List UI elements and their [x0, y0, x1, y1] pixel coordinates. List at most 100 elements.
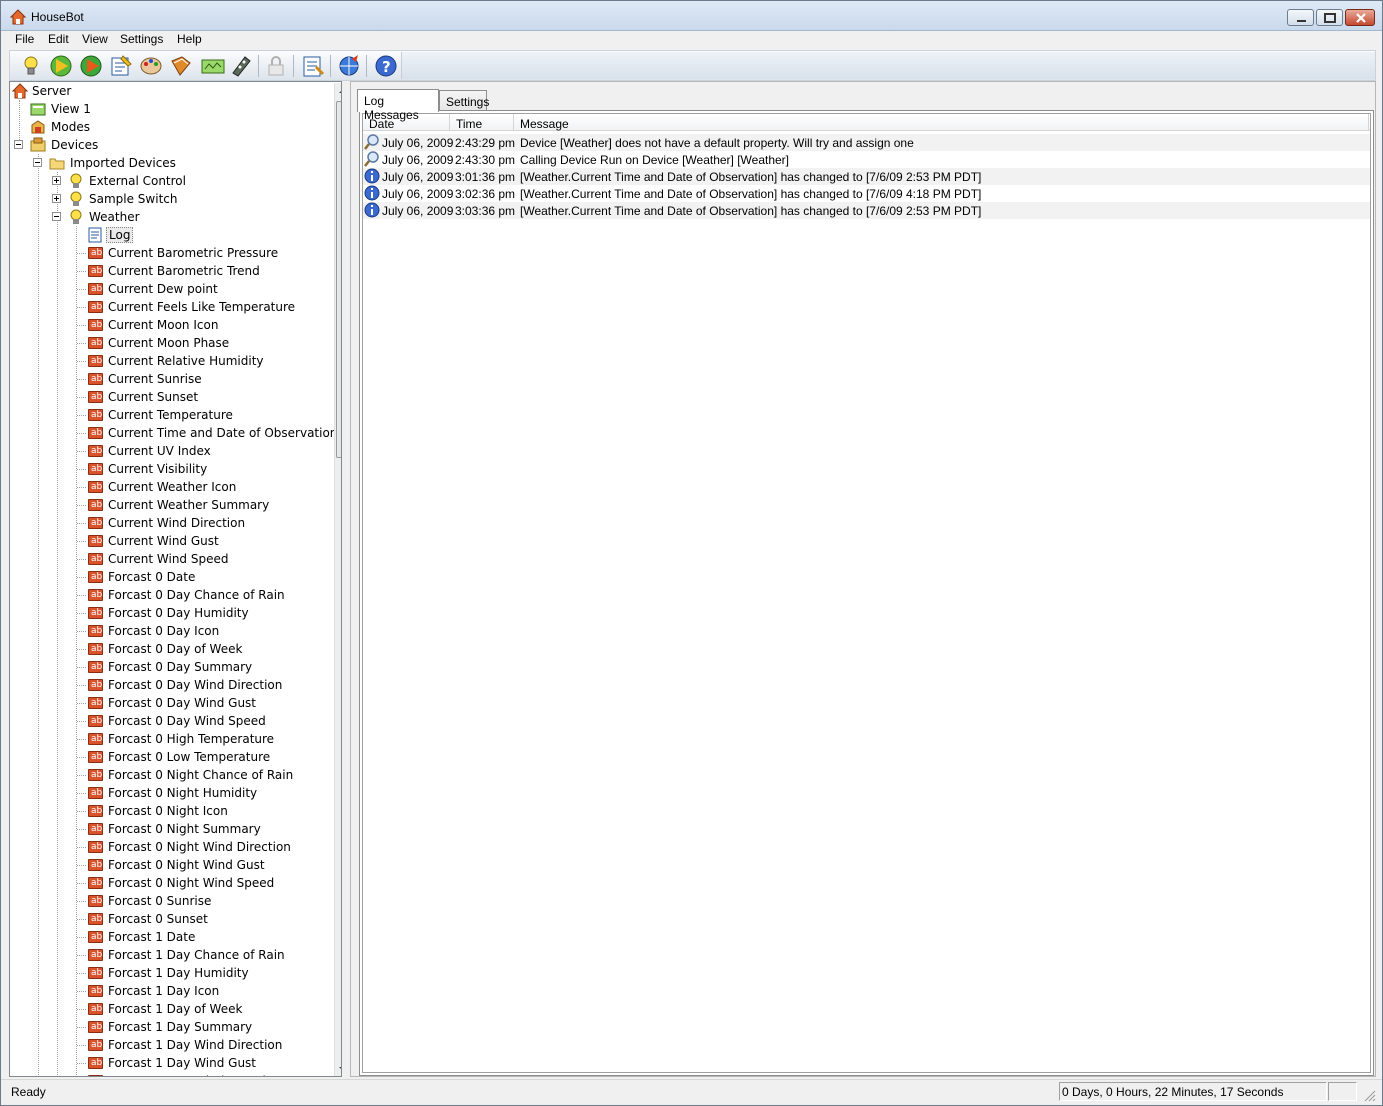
- tree-item-devices[interactable]: Devices: [10, 136, 330, 154]
- lock-button[interactable]: [263, 53, 289, 79]
- minimize-button[interactable]: [1287, 9, 1314, 26]
- tree-item-property[interactable]: ab Current Feels Like Temperature: [10, 298, 330, 316]
- tree-item-property[interactable]: ab Forcast 0 High Temperature: [10, 730, 330, 748]
- log-row[interactable]: July 06, 2009 2:43:29 pm Device [Weather] …: [363, 134, 1370, 151]
- tree-item-weather[interactable]: Weather: [10, 208, 330, 226]
- tree-item-imported-devices[interactable]: Imported Devices: [10, 154, 330, 172]
- tree-item-property[interactable]: ab Forcast 1 Day Wind Gust: [10, 1054, 330, 1072]
- tree-item-property[interactable]: ab Forcast 0 Night Chance of Rain: [10, 766, 330, 784]
- menu-help[interactable]: Help: [176, 32, 203, 46]
- tab-settings[interactable]: Settings: [439, 90, 489, 111]
- panel-button[interactable]: [200, 53, 226, 79]
- tree-item-label: Forcast 0 Day Humidity: [108, 606, 249, 620]
- log-row[interactable]: July 06, 2009 3:01:36 pm [Weather.Current …: [363, 168, 1370, 185]
- tab-log-messages[interactable]: Log Messages: [357, 89, 439, 122]
- tree-item-property[interactable]: ab Current Weather Summary: [10, 496, 330, 514]
- tree-item-property[interactable]: ab Forcast 0 Day of Week: [10, 640, 330, 658]
- tree-item-property[interactable]: ab Forcast 1 Date: [10, 928, 330, 946]
- tree-item-property[interactable]: ab Forcast 0 Day Summary: [10, 658, 330, 676]
- menu-settings[interactable]: Settings: [119, 32, 164, 46]
- tree-item-property[interactable]: ab Forcast 1 Day of Week: [10, 1000, 330, 1018]
- tree-item-property[interactable]: ab Forcast 0 Day Wind Gust: [10, 694, 330, 712]
- schedule-button[interactable]: [48, 53, 74, 79]
- tree-item-external-control[interactable]: External Control: [10, 172, 330, 190]
- tree-item-property[interactable]: ab Current Time and Date of Observation: [10, 424, 337, 442]
- resize-grip-icon[interactable]: [1362, 1088, 1376, 1102]
- tree-item-property[interactable]: ab Forcast 0 Night Icon: [10, 802, 330, 820]
- network-button[interactable]: [336, 53, 362, 79]
- tree-item-property[interactable]: ab Forcast 0 Night Humidity: [10, 784, 330, 802]
- log-row[interactable]: July 06, 2009 3:02:36 pm [Weather.Current …: [363, 185, 1370, 202]
- task-editor-button[interactable]: [108, 53, 134, 79]
- property-icon-text: ab: [91, 1058, 103, 1068]
- tree-item-property[interactable]: ab Current Sunset: [10, 388, 330, 406]
- tree-item-property[interactable]: ab Current Visibility: [10, 460, 330, 478]
- tree-item-property[interactable]: ab Forcast 1 Day Wind Speed: [10, 1072, 330, 1076]
- tree-item-property[interactable]: ab Current Moon Icon: [10, 316, 330, 334]
- tree-item-property[interactable]: ab Forcast 0 Day Wind Speed: [10, 712, 330, 730]
- tree-item-property[interactable]: ab Forcast 0 Day Chance of Rain: [10, 586, 330, 604]
- collapse-toggle[interactable]: [14, 140, 23, 149]
- tree-item-log[interactable]: Log: [10, 226, 330, 244]
- tree-item-property[interactable]: ab Current Relative Humidity: [10, 352, 330, 370]
- column-time[interactable]: Time: [450, 114, 514, 131]
- panel-splitter[interactable]: [342, 81, 350, 1077]
- tree-item-property[interactable]: ab Forcast 1 Day Icon: [10, 982, 330, 1000]
- tree-item-property[interactable]: ab Forcast 0 Sunrise: [10, 892, 330, 910]
- tree-item-property[interactable]: ab Forcast 1 Day Summary: [10, 1018, 330, 1036]
- collapse-toggle[interactable]: [33, 158, 42, 167]
- tree-item-property[interactable]: ab Current Weather Icon: [10, 478, 330, 496]
- run-button[interactable]: [78, 53, 104, 79]
- tree-item-property[interactable]: ab Current Sunrise: [10, 370, 330, 388]
- tree-item-property[interactable]: ab Current Temperature: [10, 406, 330, 424]
- tree-item-property[interactable]: ab Current Moon Phase: [10, 334, 330, 352]
- lightbulb-button[interactable]: [18, 53, 44, 79]
- tree-item-property[interactable]: ab Current Barometric Trend: [10, 262, 330, 280]
- expand-toggle[interactable]: [52, 176, 61, 185]
- tree-item-property[interactable]: ab Forcast 0 Low Temperature: [10, 748, 330, 766]
- tree-item-property[interactable]: ab Current Barometric Pressure: [10, 244, 330, 262]
- restore-button[interactable]: [1316, 9, 1343, 26]
- log-list[interactable]: Date Time Message July 06, 2009 2:43:29 p…: [362, 113, 1371, 1073]
- tree-item-view1[interactable]: View 1: [10, 100, 330, 118]
- tree-item-property[interactable]: ab Forcast 1 Day Humidity: [10, 964, 330, 982]
- title-bar[interactable]: HouseBot: [1, 1, 1382, 31]
- theme-button[interactable]: [138, 53, 164, 79]
- column-message[interactable]: Message: [514, 114, 1369, 131]
- menu-edit[interactable]: Edit: [47, 32, 70, 46]
- tree-item-property[interactable]: ab Forcast 0 Sunset: [10, 910, 330, 928]
- tree-item-property[interactable]: ab Current Wind Direction: [10, 514, 330, 532]
- tree-item-property[interactable]: ab Forcast 0 Night Wind Direction: [10, 838, 330, 856]
- close-button[interactable]: [1345, 9, 1375, 26]
- device-tree[interactable]: Server View 1 Modes Devices Imported Dev…: [9, 81, 342, 1077]
- tree-item-modes[interactable]: Modes: [10, 118, 330, 136]
- log-row[interactable]: July 06, 2009 2:43:30 pm Calling Device Ru…: [363, 151, 1370, 168]
- menu-file[interactable]: File: [14, 32, 35, 46]
- expand-toggle[interactable]: [52, 194, 61, 203]
- scroll-down-icon[interactable]: [335, 1061, 342, 1077]
- menu-view[interactable]: View: [81, 32, 109, 46]
- tree-scrollbar[interactable]: [334, 83, 342, 1077]
- tree-item-property[interactable]: ab Forcast 0 Day Wind Direction: [10, 676, 330, 694]
- help-button[interactable]: ?: [373, 53, 399, 79]
- remote-button[interactable]: [228, 53, 254, 79]
- tree-item-property[interactable]: ab Forcast 0 Day Humidity: [10, 604, 330, 622]
- collapse-toggle[interactable]: [52, 212, 61, 221]
- scroll-up-icon[interactable]: [335, 83, 342, 99]
- tree-item-property[interactable]: ab Current Wind Gust: [10, 532, 330, 550]
- log-row[interactable]: July 06, 2009 3:03:36 pm [Weather.Current …: [363, 202, 1370, 219]
- tree-item-property[interactable]: ab Current UV Index: [10, 442, 330, 460]
- tree-item-property[interactable]: ab Forcast 0 Date: [10, 568, 330, 586]
- tree-item-property[interactable]: ab Forcast 0 Night Wind Gust: [10, 856, 330, 874]
- tree-item-property[interactable]: ab Current Wind Speed: [10, 550, 330, 568]
- tree-item-sample-switch[interactable]: Sample Switch: [10, 190, 330, 208]
- tree-item-property[interactable]: ab Current Dew point: [10, 280, 330, 298]
- tree-item-property[interactable]: ab Forcast 0 Day Icon: [10, 622, 330, 640]
- report-button[interactable]: [300, 53, 326, 79]
- script-button[interactable]: [168, 53, 194, 79]
- tree-item-property[interactable]: ab Forcast 1 Day Wind Direction: [10, 1036, 330, 1054]
- tree-item-server[interactable]: Server: [10, 82, 330, 100]
- tree-item-property[interactable]: ab Forcast 0 Night Wind Speed: [10, 874, 330, 892]
- tree-item-property[interactable]: ab Forcast 0 Night Summary: [10, 820, 330, 838]
- tree-item-property[interactable]: ab Forcast 1 Day Chance of Rain: [10, 946, 330, 964]
